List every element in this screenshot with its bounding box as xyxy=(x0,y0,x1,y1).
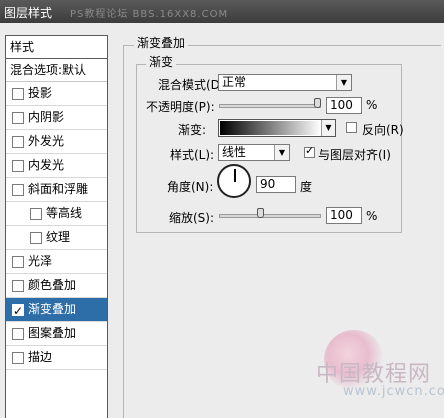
style-checkbox[interactable] xyxy=(12,136,24,148)
scale-input[interactable]: 100 xyxy=(326,207,362,224)
style-checkbox[interactable] xyxy=(12,112,24,124)
style-item-label: 等高线 xyxy=(46,206,83,220)
style-item-label: 纹理 xyxy=(46,230,71,244)
footer-watermark-url: www.jcwcn.com xyxy=(343,384,444,399)
style-value: 线性 xyxy=(222,145,247,159)
style-checkbox[interactable] xyxy=(12,280,24,292)
style-item-inner-shadow[interactable]: 内阴影 xyxy=(6,106,107,130)
reverse-label: 反向(R) xyxy=(362,123,404,137)
styles-header[interactable]: 样式 xyxy=(6,36,107,59)
style-checkbox[interactable] xyxy=(12,256,24,268)
reverse-checkbox[interactable] xyxy=(346,122,357,133)
gradient-label: 渐变: xyxy=(178,123,207,137)
style-item-label: 斜面和浮雕 xyxy=(28,182,89,196)
blending-options-item[interactable]: 混合选项:默认 xyxy=(6,59,107,82)
opacity-input[interactable]: 100 xyxy=(326,97,362,114)
style-item-pattern-overlay[interactable]: 图案叠加 xyxy=(6,322,107,346)
align-with-layer-checkbox[interactable]: ✓ xyxy=(304,144,315,158)
style-item-satin[interactable]: 光泽 xyxy=(6,250,107,274)
style-item-label: 外发光 xyxy=(28,134,65,148)
style-item-label: 内阴影 xyxy=(28,110,65,124)
style-item-label: 内发光 xyxy=(28,158,65,172)
opacity-slider-thumb[interactable] xyxy=(314,98,321,108)
style-list-panel: 样式 混合选项:默认 投影 内阴影 外发光 内发光 斜面和浮雕 等高线 纹理 光… xyxy=(5,35,108,418)
style-item-gradient-overlay[interactable]: ✓ 渐变叠加 xyxy=(6,298,107,322)
style-item-texture[interactable]: 纹理 xyxy=(6,226,107,250)
style-item-inner-glow[interactable]: 内发光 xyxy=(6,154,107,178)
style-checkbox[interactable] xyxy=(12,160,24,172)
style-checkbox[interactable] xyxy=(12,184,24,196)
style-item-label: 图案叠加 xyxy=(28,326,77,340)
style-item-color-overlay[interactable]: 颜色叠加 xyxy=(6,274,107,298)
chevron-down-icon[interactable]: ▼ xyxy=(321,120,335,136)
style-item-label: 描边 xyxy=(28,350,53,364)
style-checkbox[interactable] xyxy=(12,352,24,364)
opacity-unit: % xyxy=(366,98,378,112)
scale-label: 缩放(S): xyxy=(169,211,215,225)
style-item-contour[interactable]: 等高线 xyxy=(6,202,107,226)
blend-mode-select[interactable]: 正常 ▼ xyxy=(218,74,352,91)
style-checkbox[interactable] xyxy=(12,328,24,340)
opacity-label: 不透明度(P): xyxy=(146,100,215,114)
window-title: 图层样式 xyxy=(4,6,53,20)
chevron-down-icon[interactable]: ▼ xyxy=(274,145,289,160)
style-item-label: 颜色叠加 xyxy=(28,278,77,292)
style-checkbox[interactable] xyxy=(12,88,24,100)
style-item-label: 光泽 xyxy=(28,254,53,268)
subgroup-title: 渐变 xyxy=(146,53,177,70)
blend-mode-value: 正常 xyxy=(222,75,247,89)
style-item-outer-glow[interactable]: 外发光 xyxy=(6,130,107,154)
gradient-picker[interactable]: ▼ xyxy=(218,119,336,137)
scale-slider[interactable] xyxy=(219,214,321,218)
align-with-layer-label: 与图层对齐(I) xyxy=(318,148,391,162)
check-icon: ✓ xyxy=(13,304,24,318)
title-watermark: PS教程论坛 BBS.16XX8.COM xyxy=(70,9,229,20)
scale-unit: % xyxy=(366,209,378,223)
style-item-label: 投影 xyxy=(28,86,53,100)
angle-dial-hand xyxy=(234,169,236,182)
group-title: 渐变叠加 xyxy=(134,34,189,51)
style-item-bevel-emboss[interactable]: 斜面和浮雕 xyxy=(6,178,107,202)
style-label: 样式(L): xyxy=(170,148,215,162)
scale-slider-thumb[interactable] xyxy=(256,208,264,218)
angle-dial[interactable] xyxy=(217,164,251,198)
style-item-label: 渐变叠加 xyxy=(28,302,77,316)
style-item-stroke[interactable]: 描边 xyxy=(6,346,107,370)
chevron-down-icon[interactable]: ▼ xyxy=(336,75,351,90)
style-item-drop-shadow[interactable]: 投影 xyxy=(6,82,107,106)
gradient-preview[interactable] xyxy=(220,121,321,135)
style-checkbox[interactable] xyxy=(30,232,42,244)
style-select[interactable]: 线性 ▼ xyxy=(218,144,290,161)
style-checkbox[interactable] xyxy=(30,208,42,220)
style-checkbox[interactable]: ✓ xyxy=(12,304,24,318)
angle-label: 角度(N): xyxy=(167,180,214,194)
title-bar: 图层样式 PS教程论坛 BBS.16XX8.COM xyxy=(0,0,444,23)
opacity-slider[interactable] xyxy=(219,104,321,108)
angle-unit: 度 xyxy=(300,180,313,194)
check-icon: ✓ xyxy=(305,144,315,157)
angle-input[interactable]: 90 xyxy=(256,176,296,193)
